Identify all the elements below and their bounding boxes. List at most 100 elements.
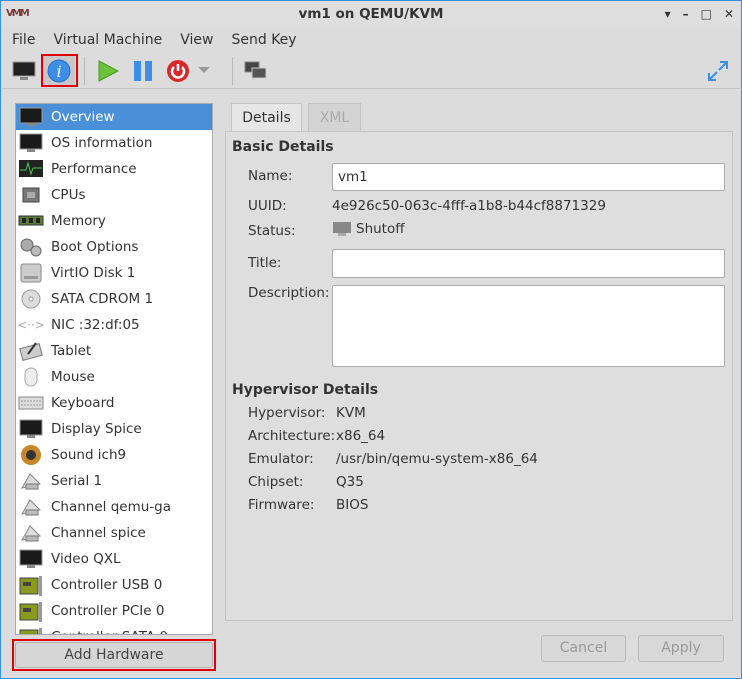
sidebar-item-label: Memory xyxy=(51,213,106,229)
details-panel: Basic Details Name: vm1 UUID: 4e926c50-0… xyxy=(225,131,733,621)
sidebar-item-virtio-disk-1[interactable]: VirtIO Disk 1 xyxy=(16,260,212,286)
sidebar-item-display-spice[interactable]: Display Spice xyxy=(16,416,212,442)
sidebar-item-sata-cdrom-1[interactable]: SATA CDROM 1 xyxy=(16,286,212,312)
sidebar-item-cpus[interactable]: CPUs xyxy=(16,182,212,208)
sidebar-item-label: Channel spice xyxy=(51,525,146,541)
minimize-button[interactable]: – xyxy=(683,2,689,27)
sidebar-item-label: Sound ich9 xyxy=(51,447,127,463)
console-button[interactable] xyxy=(8,56,40,86)
card-icon xyxy=(18,574,44,596)
name-input[interactable]: vm1 xyxy=(332,163,725,191)
window-title: vm1 on QEMU/KVM xyxy=(298,6,444,22)
sidebar-item-label: Boot Options xyxy=(51,239,139,255)
card-icon xyxy=(18,600,44,622)
menu-send-key[interactable]: Send Key xyxy=(231,28,296,52)
shutdown-button[interactable] xyxy=(162,56,194,86)
hardware-list[interactable]: Overview OS information Performance CPUs Mem… xyxy=(15,103,213,635)
fullscreen-icon xyxy=(708,61,728,81)
sidebar-item-tablet[interactable]: Tablet xyxy=(16,338,212,364)
sidebar-item-controller-usb-0[interactable]: Controller USB 0 xyxy=(16,572,212,598)
dropdown-icon xyxy=(198,67,210,73)
tab-xml[interactable]: XML xyxy=(308,103,361,132)
speaker-icon xyxy=(18,444,44,466)
sidebar-item-label: Controller PCIe 0 xyxy=(51,603,165,619)
sidebar-item-label: Video QXL xyxy=(51,551,121,567)
monitor-icon xyxy=(12,61,36,80)
snapshots-icon xyxy=(244,61,267,79)
chart-icon xyxy=(18,158,44,180)
cancel-button[interactable]: Cancel xyxy=(541,635,626,662)
fullscreen-button[interactable] xyxy=(702,56,734,86)
maximize-button[interactable]: □ xyxy=(701,2,712,27)
monitor-icon xyxy=(18,418,44,440)
hypervisor-row-value: KVM xyxy=(336,405,366,421)
sidebar-item-mouse[interactable]: Mouse xyxy=(16,364,212,390)
sidebar-item-keyboard[interactable]: Keyboard xyxy=(16,390,212,416)
hypervisor-row-value: /usr/bin/qemu-system-x86_64 xyxy=(336,451,538,467)
sidebar-item-label: Mouse xyxy=(51,369,95,385)
card-icon xyxy=(18,626,44,634)
sidebar-item-label: Controller USB 0 xyxy=(51,577,163,593)
ram-icon xyxy=(18,210,44,232)
sidebar-item-nic-32-df-05[interactable]: <··> NIC :32:df:05 xyxy=(16,312,212,338)
chip-icon xyxy=(18,184,44,206)
tab-details[interactable]: Details xyxy=(231,103,302,132)
play-icon xyxy=(98,60,120,82)
monitor-icon xyxy=(18,132,44,154)
uuid-label: UUID: xyxy=(248,198,287,214)
toolbar: i xyxy=(2,53,740,89)
sidebar-item-label: VirtIO Disk 1 xyxy=(51,265,136,281)
serial-icon xyxy=(18,470,44,492)
status-value: Shutoff xyxy=(356,221,405,237)
hypervisor-row-value: Q35 xyxy=(336,474,364,490)
gear-icon xyxy=(18,236,44,258)
close-button[interactable]: ✕ xyxy=(724,2,734,27)
sidebar-item-label: Serial 1 xyxy=(51,473,103,489)
disk-icon xyxy=(18,262,44,284)
sidebar-item-label: Channel qemu-ga xyxy=(51,499,172,515)
sidebar-item-label: OS information xyxy=(51,135,153,151)
name-label: Name: xyxy=(248,168,293,184)
sidebar-item-label: Performance xyxy=(51,161,137,177)
description-label: Description: xyxy=(248,285,330,301)
hypervisor-details-heading: Hypervisor Details xyxy=(232,382,379,398)
sidebar-item-channel-qemu-ga[interactable]: Channel qemu-ga xyxy=(16,494,212,520)
sidebar-item-memory[interactable]: Memory xyxy=(16,208,212,234)
monitor-icon xyxy=(18,548,44,570)
app-logo: VMM xyxy=(6,8,30,19)
sidebar-item-serial-1[interactable]: Serial 1 xyxy=(16,468,212,494)
shutoff-icon xyxy=(333,222,351,236)
menu-view[interactable]: View xyxy=(180,28,213,52)
sidebar-item-channel-spice[interactable]: Channel spice xyxy=(16,520,212,546)
pause-button[interactable] xyxy=(127,56,159,86)
sidebar-item-controller-pcie-0[interactable]: Controller PCIe 0 xyxy=(16,598,212,624)
sidebar-item-boot-options[interactable]: Boot Options xyxy=(16,234,212,260)
sidebar-item-os-information[interactable]: OS information xyxy=(16,130,212,156)
pause-icon xyxy=(134,61,152,81)
apply-button[interactable]: Apply xyxy=(638,635,724,662)
sidebar-item-video-qxl[interactable]: Video QXL xyxy=(16,546,212,572)
title-label: Title: xyxy=(248,255,282,271)
sidebar-item-performance[interactable]: Performance xyxy=(16,156,212,182)
run-button[interactable] xyxy=(92,56,124,86)
sidebar-item-overview[interactable]: Overview xyxy=(16,104,212,130)
hypervisor-row-label: Emulator: xyxy=(248,451,314,467)
snapshots-button[interactable] xyxy=(240,56,272,86)
tablet-icon xyxy=(18,340,44,362)
highlight-box xyxy=(12,639,216,671)
menu-virtual-machine[interactable]: Virtual Machine xyxy=(53,28,162,52)
highlight-box xyxy=(41,54,78,87)
title-input[interactable] xyxy=(332,249,725,278)
description-input[interactable] xyxy=(332,285,725,367)
sidebar-item-sound-ich9[interactable]: Sound ich9 xyxy=(16,442,212,468)
menu-file[interactable]: File xyxy=(12,28,35,52)
cd-icon xyxy=(18,288,44,310)
mouse-icon xyxy=(18,366,44,388)
shutdown-dropdown[interactable] xyxy=(195,56,213,86)
sidebar-item-label: Display Spice xyxy=(51,421,142,437)
sidebar-item-controller-sata-0[interactable]: Controller SATA 0 xyxy=(16,624,212,634)
sidebar-item-label: SATA CDROM 1 xyxy=(51,291,154,307)
menu-button[interactable]: ▾ xyxy=(665,2,671,27)
keyboard-icon xyxy=(18,392,44,414)
sidebar-item-label: Keyboard xyxy=(51,395,115,411)
